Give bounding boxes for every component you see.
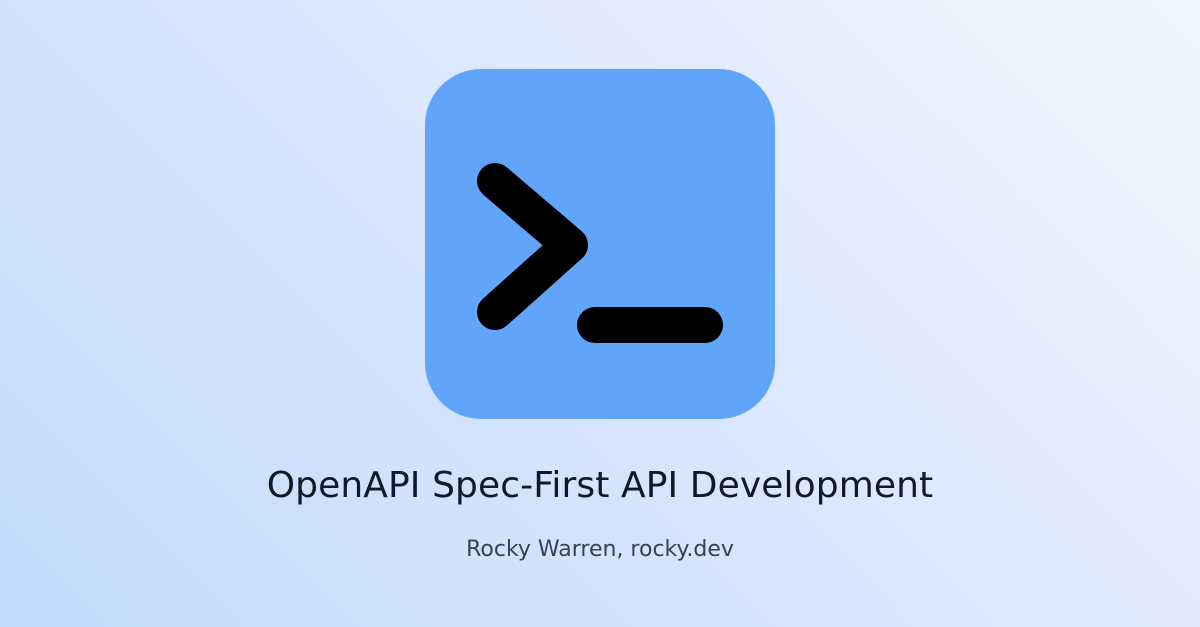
logo-tile-background bbox=[425, 69, 775, 419]
author-byline: Rocky Warren, rocky.dev bbox=[466, 537, 734, 562]
social-card: OpenAPI Spec-First API Development Rocky… bbox=[0, 0, 1200, 627]
page-title: OpenAPI Spec-First API Development bbox=[266, 465, 934, 506]
terminal-logo bbox=[425, 69, 775, 419]
terminal-prompt-icon bbox=[425, 69, 775, 419]
